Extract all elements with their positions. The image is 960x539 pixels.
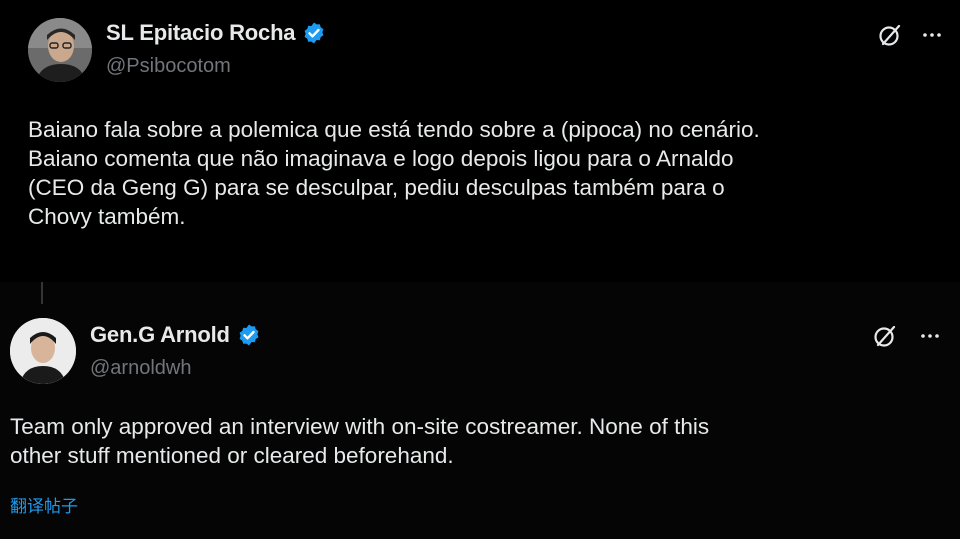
grok-icon[interactable] [872,323,898,349]
author-row: Gen.G Arnold [90,322,261,348]
author-handle[interactable]: @arnoldwh [90,357,191,380]
avatar-image [10,318,76,384]
tweet-2[interactable]: Gen.G Arnold @arnoldwh Team only approve… [0,282,960,539]
more-options-icon[interactable] [918,324,942,348]
author-name[interactable]: Gen.G Arnold [90,322,230,348]
more-options-icon[interactable] [920,23,944,47]
translate-post-link[interactable]: 翻译帖子 [10,492,78,517]
avatar[interactable] [28,18,92,82]
author-handle[interactable]: @Psibocotom [106,55,231,78]
verified-badge-icon [239,324,259,346]
avatar-image [28,18,92,82]
author-name[interactable]: SL Epitacio Rocha [106,20,296,46]
tweet-1[interactable]: SL Epitacio Rocha @Psibocotom Baiano fal… [0,0,960,282]
grok-icon[interactable] [877,22,903,48]
author-row: SL Epitacio Rocha [106,20,326,46]
avatar[interactable] [10,318,76,384]
thread-connector-line [41,282,43,304]
tweet-text: Baiano fala sobre a polemica que está te… [28,117,760,229]
verified-badge-icon [304,22,324,44]
tweet-text: Team only approved an interview with on-… [10,414,710,468]
